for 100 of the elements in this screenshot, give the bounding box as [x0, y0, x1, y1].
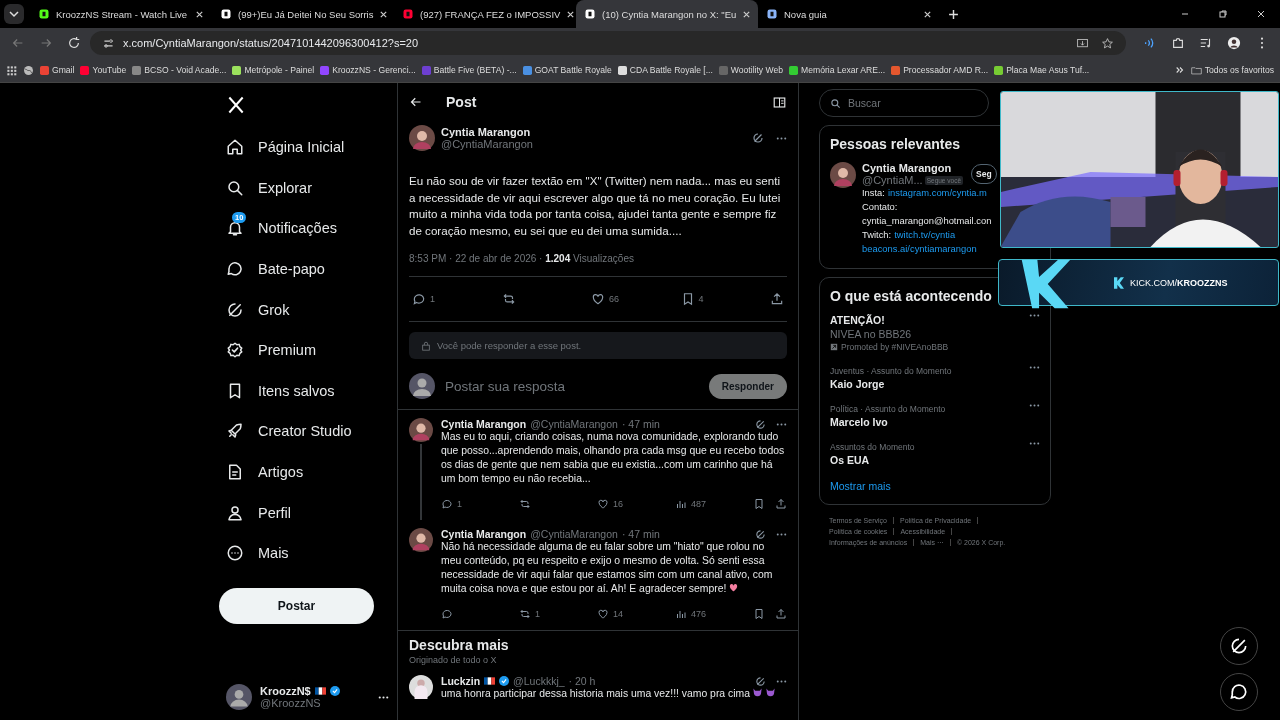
star-icon[interactable]	[1101, 36, 1114, 50]
trend-title[interactable]: Marcelo Ivo	[830, 416, 946, 428]
more-icon[interactable]	[1029, 442, 1040, 445]
nav-item[interactable]: Grok	[210, 289, 397, 330]
views-button[interactable]: 476	[675, 608, 715, 620]
author-handle[interactable]: @CyntiaMarangon	[441, 138, 533, 150]
more-icon[interactable]	[378, 695, 389, 699]
browser-tab[interactable]: (927) FRANÇA FEZ o IMPOSSIV	[394, 0, 576, 28]
author-name[interactable]: Cyntia Marangon	[441, 126, 533, 138]
nav-item[interactable]: Itens salvos	[210, 370, 397, 412]
author-handle[interactable]: @Luckkkj_	[513, 675, 565, 687]
author-handle[interactable]: @CyntiaMarangon	[530, 418, 618, 430]
bookmark-item[interactable]: Processador AMD R...	[891, 65, 989, 75]
bookmark-item[interactable]: Memória Lexar ARE...	[789, 65, 886, 75]
bookmark-button[interactable]: 4	[680, 292, 711, 306]
views-button[interactable]: 487	[675, 498, 715, 510]
globe-icon[interactable]	[23, 64, 34, 76]
like-button[interactable]: 66	[591, 292, 621, 306]
author-handle[interactable]: @CyntiaMarangon	[530, 528, 618, 540]
like-button[interactable]: 16	[597, 498, 637, 510]
bookmark-item[interactable]: Placa Mae Asus Tuf...	[994, 65, 1090, 75]
bookmark-item[interactable]: YouTube	[80, 65, 127, 75]
avatar-icon[interactable]	[409, 528, 433, 552]
repost-button[interactable]: 1	[519, 608, 559, 620]
close-icon[interactable]	[379, 9, 389, 19]
chevron-double-icon[interactable]	[1174, 65, 1185, 75]
more-icon[interactable]	[1029, 404, 1040, 407]
person-name[interactable]: Cyntia Marangon	[862, 162, 964, 174]
trend-title[interactable]: ATENÇÃO!	[830, 314, 949, 326]
reload-icon[interactable]	[67, 36, 81, 50]
bookmark-item[interactable]: GOAT Battle Royale	[522, 65, 612, 75]
bookmark-icon[interactable]	[753, 498, 765, 510]
avatar-icon[interactable]	[226, 684, 252, 710]
search-field[interactable]: Buscar	[819, 89, 989, 117]
messages-button[interactable]	[1220, 673, 1258, 711]
more-icon[interactable]	[1029, 366, 1040, 369]
back-icon[interactable]	[11, 36, 25, 50]
browser-tab[interactable]: (99+)Eu Já Deitei No Seu Sorris	[212, 0, 394, 28]
reply-button[interactable]: 1	[441, 498, 481, 510]
bookmark-item[interactable]: Battle Five (BETA) -...	[421, 65, 517, 75]
tab-search-button[interactable]	[4, 4, 24, 24]
author-name[interactable]: Cyntia Marangon	[441, 418, 527, 430]
more-icon[interactable]	[776, 532, 787, 536]
x-logo-icon[interactable]	[226, 95, 246, 115]
nav-item[interactable]: Creator Studio	[210, 411, 397, 452]
site-settings-icon[interactable]	[102, 36, 115, 50]
new-tab-icon[interactable]	[948, 8, 959, 20]
address-bar[interactable]: x.com/CyntiaMarangon/status/2047101442096300412?s=20	[90, 31, 1126, 55]
avatar-icon[interactable]	[409, 418, 433, 442]
trend-title[interactable]: Kaio Jorge	[830, 378, 952, 390]
browser-tab[interactable]: Nova guia	[758, 0, 940, 28]
reply-button[interactable]: 1	[412, 292, 442, 306]
close-icon[interactable]	[923, 9, 932, 19]
author-name[interactable]: Cyntia Marangon	[441, 528, 527, 540]
nav-item[interactable]: Perfil	[210, 492, 397, 533]
avatar-icon[interactable]	[409, 125, 435, 151]
bookmark-item[interactable]: Metrópole - Painel	[232, 65, 315, 75]
close-icon[interactable]	[1256, 9, 1266, 19]
close-icon[interactable]	[195, 9, 204, 19]
browser-tab[interactable]: KroozzNS Stream - Watch Live	[30, 0, 212, 28]
more-icon[interactable]	[776, 422, 787, 426]
bookmark-item[interactable]: CDA Battle Royale [...	[617, 65, 713, 75]
share-icon[interactable]	[770, 292, 784, 306]
nav-item[interactable]: Premium	[210, 329, 397, 371]
grok-button[interactable]	[1220, 627, 1258, 665]
back-arrow-icon[interactable]	[410, 96, 422, 108]
avatar-icon[interactable]	[409, 675, 433, 699]
nav-item[interactable]: Mais	[210, 532, 397, 574]
nav-item[interactable]: Explorar	[210, 167, 397, 209]
profile-avatar-icon[interactable]	[1227, 36, 1241, 50]
avatar-icon[interactable]	[830, 162, 856, 188]
bookmark-item[interactable]: Wootility Web	[718, 65, 784, 75]
share-icon[interactable]	[775, 498, 787, 510]
bookmark-folder[interactable]: Todos os favoritos	[1190, 64, 1274, 76]
puzzle-icon[interactable]	[1171, 36, 1185, 50]
nav-item[interactable]: Bate-papo	[210, 248, 397, 290]
bio-link[interactable]: beacons.ai/cyntiamarangon	[862, 242, 977, 256]
bookmark-item[interactable]: Gmail	[40, 65, 75, 75]
post-button[interactable]: Postar	[219, 587, 374, 624]
bio-link[interactable]: instagram.com/cyntia.m	[887, 186, 987, 200]
bookmark-item[interactable]: KroozzNS - Gerenci...	[320, 65, 416, 75]
close-icon[interactable]	[566, 9, 576, 19]
forward-icon[interactable]	[39, 36, 53, 50]
restore-icon[interactable]	[1218, 9, 1228, 19]
nav-item[interactable]: Artigos	[210, 451, 397, 493]
bookmark-icon[interactable]	[753, 608, 765, 620]
like-button[interactable]: 14	[597, 608, 637, 620]
share-icon[interactable]	[775, 608, 787, 620]
install-icon[interactable]	[1076, 36, 1089, 50]
bookmark-item[interactable]: BCSO - Void Acade...	[132, 65, 227, 75]
trend-title[interactable]: Os EUA	[830, 454, 915, 466]
more-icon[interactable]	[1029, 314, 1040, 317]
browser-tab[interactable]: (10) Cyntia Marangon no X: "Eu	[576, 0, 758, 28]
reader-view-icon[interactable]	[773, 95, 786, 109]
reply-input-field[interactable]: Postar sua resposta	[443, 377, 701, 395]
media-icon[interactable]	[1199, 36, 1213, 50]
person-handle[interactable]: @CyntiaM...	[862, 174, 923, 186]
author-name[interactable]: Luckzin	[441, 675, 481, 687]
bio-link[interactable]: twitch.tv/cyntia	[894, 228, 956, 242]
nav-item[interactable]: Página Inicial	[210, 127, 397, 168]
